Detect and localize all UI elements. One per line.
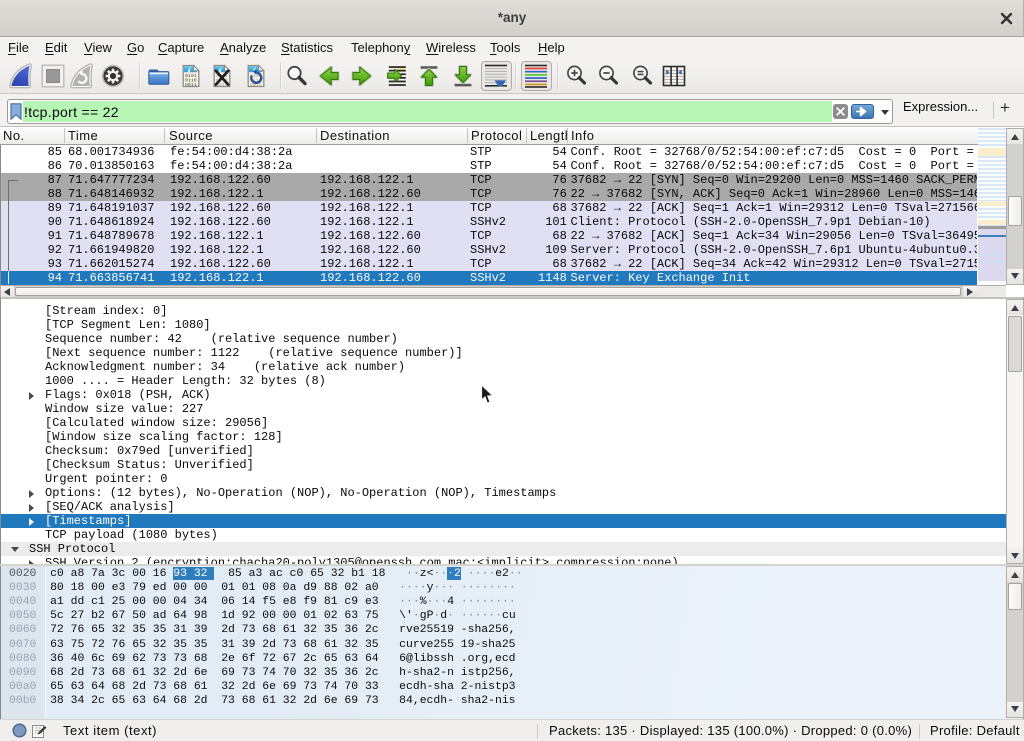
svg-text:0011: 0011 [185, 82, 197, 88]
